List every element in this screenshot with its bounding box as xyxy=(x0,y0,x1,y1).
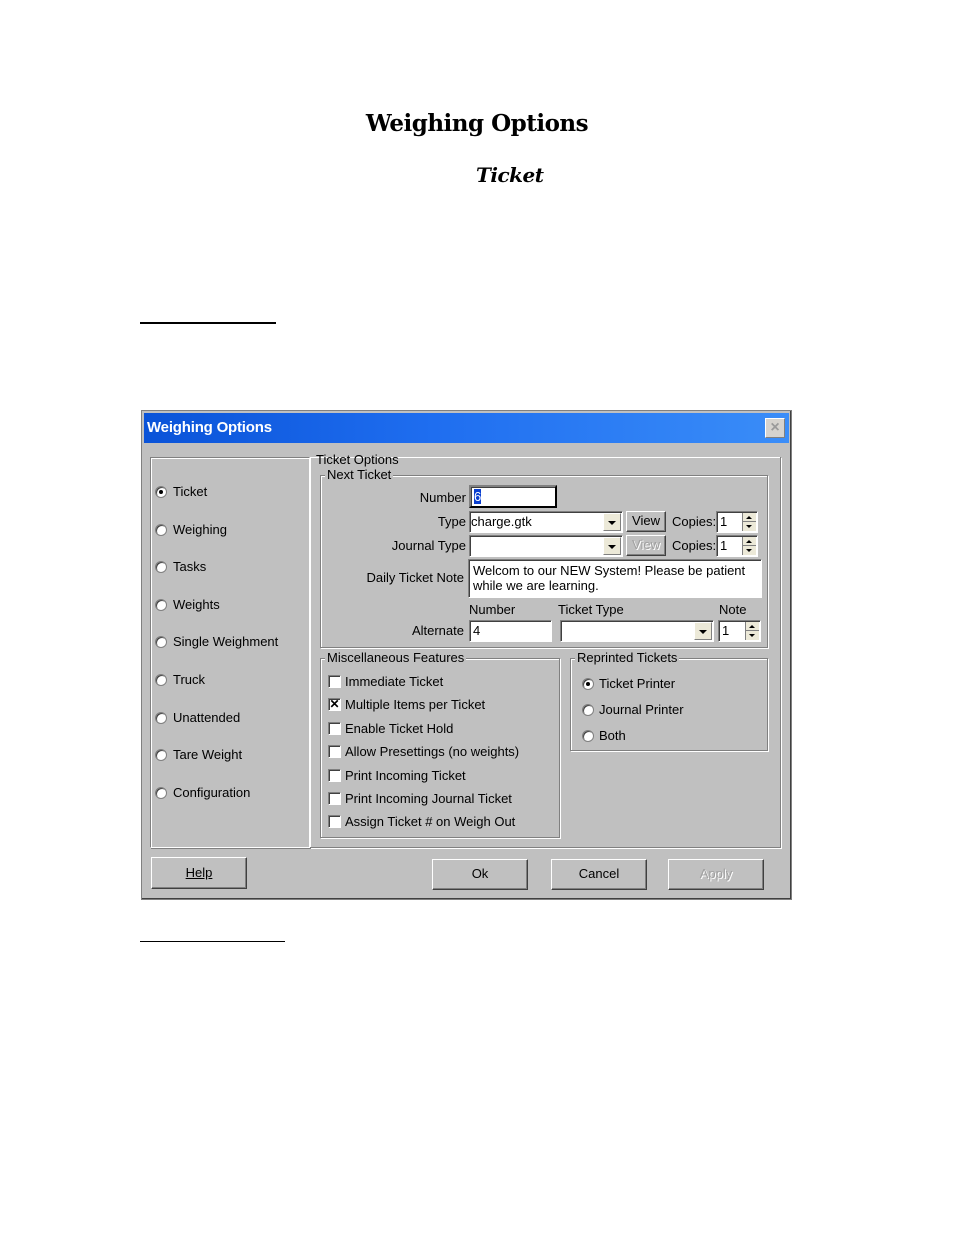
category-radio[interactable] xyxy=(155,674,167,686)
document-title: Weighing Options xyxy=(365,110,589,137)
divider xyxy=(140,941,285,942)
category-radio[interactable] xyxy=(155,598,167,611)
spin-down-icon[interactable] xyxy=(743,546,756,555)
feature-checkbox[interactable] xyxy=(328,721,341,735)
spin-down-icon[interactable] xyxy=(746,631,759,640)
category-label[interactable]: Truck xyxy=(173,672,205,688)
journal-view-button: View xyxy=(626,535,666,556)
window-title: Weighing Options xyxy=(147,419,272,436)
feature-checkbox[interactable] xyxy=(328,768,341,782)
category-radio[interactable] xyxy=(155,561,167,574)
journal-copies-stepper[interactable]: 1 xyxy=(716,535,758,557)
daily-ticket-note-label: Daily Ticket Note xyxy=(366,570,464,585)
chevron-down-icon[interactable] xyxy=(603,537,621,555)
feature-checkbox[interactable] xyxy=(328,675,341,688)
reprint-radio[interactable] xyxy=(582,704,594,716)
reprint-label[interactable]: Both xyxy=(599,728,626,744)
feature-label[interactable]: Allow Presettings (no weights) xyxy=(345,744,519,760)
document-subtitle: Ticket xyxy=(476,163,544,187)
help-label: Help xyxy=(185,865,213,880)
category-radio[interactable] xyxy=(155,523,167,536)
feature-label[interactable]: Print Incoming Ticket xyxy=(345,768,466,784)
misc-features-legend: Miscellaneous Features xyxy=(325,650,467,666)
divider xyxy=(140,322,276,324)
reprinted-tickets-legend: Reprinted Tickets xyxy=(575,650,680,666)
category-label[interactable]: Weighing xyxy=(173,522,227,538)
ticket-type-select[interactable]: charge.gtk xyxy=(469,511,623,533)
feature-checkbox[interactable] xyxy=(328,815,341,829)
next-ticket-number-input[interactable]: 6 xyxy=(469,485,557,508)
help-button[interactable]: Help xyxy=(151,857,247,889)
category-radio[interactable] xyxy=(155,749,167,762)
journal-type-label: Journal Type xyxy=(391,538,466,553)
category-radio[interactable] xyxy=(155,486,167,498)
close-button[interactable]: × xyxy=(765,418,785,438)
daily-ticket-note-input[interactable]: Welcom to our NEW System! Please be pati… xyxy=(468,559,762,598)
alternate-number-input[interactable]: 4 xyxy=(469,620,552,642)
feature-label[interactable]: Multiple Items per Ticket xyxy=(345,697,485,713)
title-bar[interactable]: Weighing Options × xyxy=(144,413,789,443)
close-icon: × xyxy=(770,419,780,436)
copies-label: Copies: xyxy=(672,514,717,529)
ticket-options-legend: Ticket Options xyxy=(316,452,399,467)
category-label[interactable]: Tasks xyxy=(173,559,206,575)
cancel-button[interactable]: Cancel xyxy=(551,859,647,890)
alternate-note-header: Note xyxy=(719,602,747,617)
category-label[interactable]: Ticket xyxy=(173,484,207,500)
journal-copies-label: Copies: xyxy=(672,538,717,553)
weighing-options-dialog: Weighing Options × Ticket Weighing Tasks We… xyxy=(141,410,792,900)
journal-type-select[interactable] xyxy=(469,535,623,557)
category-radio[interactable] xyxy=(155,636,167,649)
alternate-ticket-type-header: Ticket Type xyxy=(558,602,624,617)
spin-down-icon[interactable] xyxy=(743,522,756,531)
reprint-radio[interactable] xyxy=(582,678,594,690)
feature-label[interactable]: Print Incoming Journal Ticket xyxy=(345,791,512,807)
alternate-label: Alternate xyxy=(411,623,464,638)
apply-label: Apply xyxy=(699,866,733,881)
feature-label[interactable]: Enable Ticket Hold xyxy=(345,721,453,737)
ok-button[interactable]: Ok xyxy=(432,859,528,890)
spin-up-icon[interactable] xyxy=(743,537,756,546)
cancel-label: Cancel xyxy=(578,866,620,881)
category-label[interactable]: Unattended xyxy=(173,710,240,726)
category-panel: Ticket Weighing Tasks Weights Single Weighme… xyxy=(150,457,310,848)
spin-up-icon[interactable] xyxy=(746,622,759,631)
spin-up-icon[interactable] xyxy=(743,513,756,522)
feature-label[interactable]: Immediate Ticket xyxy=(345,674,443,690)
alternate-ticket-type-select[interactable] xyxy=(560,620,714,642)
feature-checkbox[interactable] xyxy=(328,792,341,805)
category-radio[interactable] xyxy=(155,711,167,724)
next-ticket-legend: Next Ticket xyxy=(325,467,394,483)
category-label[interactable]: Weights xyxy=(173,597,220,613)
apply-button: Apply xyxy=(668,859,764,890)
chevron-down-icon[interactable] xyxy=(694,622,712,640)
type-label: Type xyxy=(437,514,466,529)
reprint-label[interactable]: Ticket Printer xyxy=(599,676,675,692)
chevron-down-icon[interactable] xyxy=(603,513,621,531)
reprint-label[interactable]: Journal Printer xyxy=(599,702,684,718)
alternate-note-stepper[interactable]: 1 xyxy=(718,620,761,642)
number-label: Number xyxy=(419,490,466,505)
feature-label[interactable]: Assign Ticket # on Weigh Out xyxy=(345,814,515,830)
category-label[interactable]: Single Weighment xyxy=(173,634,278,650)
category-label[interactable]: Configuration xyxy=(173,785,250,801)
ok-label: Ok xyxy=(471,866,489,881)
view-button[interactable]: View xyxy=(626,511,666,532)
category-radio[interactable] xyxy=(155,786,167,799)
copies-stepper[interactable]: 1 xyxy=(716,511,758,533)
reprint-radio[interactable] xyxy=(582,730,594,742)
feature-checkbox[interactable] xyxy=(328,745,341,759)
feature-checkbox[interactable]: ✕ xyxy=(328,698,341,712)
category-label[interactable]: Tare Weight xyxy=(173,747,242,763)
alternate-number-header: Number xyxy=(469,602,516,617)
